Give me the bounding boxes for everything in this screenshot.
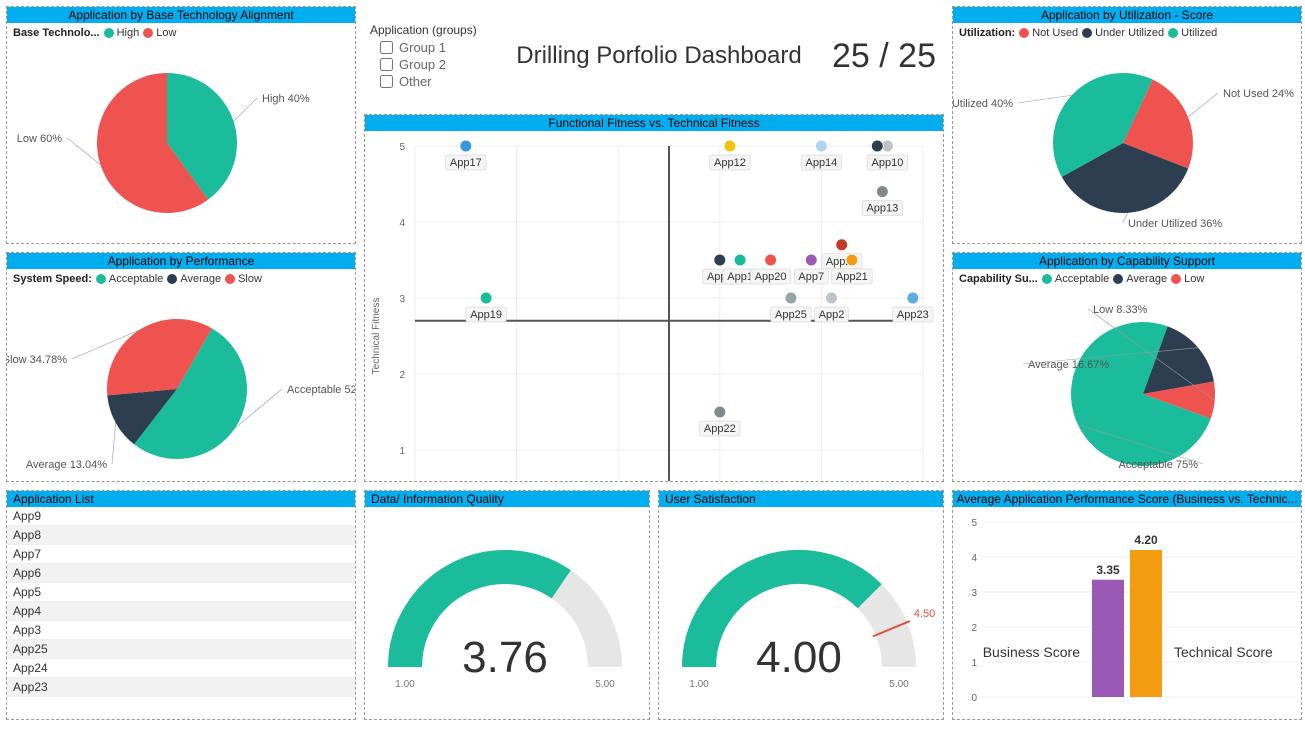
filter-option-other[interactable]: Other xyxy=(370,73,488,90)
panel-title: Application by Base Technology Alignment xyxy=(7,7,355,23)
svg-text:5: 5 xyxy=(971,518,977,529)
panel-utilization: Application by Utilization - Score Utili… xyxy=(952,6,1302,244)
svg-text:3: 3 xyxy=(399,294,405,305)
svg-text:App13: App13 xyxy=(866,203,898,215)
app-list-body[interactable]: App9App8App7App6App5App4App3App25App24Ap… xyxy=(7,507,355,707)
svg-text:4: 4 xyxy=(399,218,405,229)
panel-title: Application by Capability Support xyxy=(953,253,1301,269)
pie-chart[interactable]: Acceptable 52.17% Average 13.04% Slow 34.7… xyxy=(7,289,355,474)
gauge-chart[interactable]: 3.76 1.00 5.00 xyxy=(365,507,645,707)
svg-text:App23: App23 xyxy=(897,309,929,321)
svg-text:Acceptable 75%: Acceptable 75% xyxy=(1119,459,1199,471)
panel-title: Application by Utilization - Score xyxy=(953,7,1301,23)
svg-text:Low 8.33%: Low 8.33% xyxy=(1093,304,1148,316)
svg-text:Average 13.04%: Average 13.04% xyxy=(26,459,107,471)
panel-title: Functional Fitness vs. Technical Fitness xyxy=(365,115,943,131)
legend: System Speed: Acceptable Average Slow xyxy=(7,269,355,289)
svg-text:5.00: 5.00 xyxy=(889,679,909,690)
svg-text:1.00: 1.00 xyxy=(395,679,415,690)
svg-text:App21: App21 xyxy=(836,271,868,283)
pie-chart[interactable]: Not Used 24% Under Utilized 36% Utilized 4… xyxy=(953,43,1301,228)
svg-text:Slow 34.78%: Slow 34.78% xyxy=(7,354,67,366)
legend: Utilization: Not Used Under Utilized Uti… xyxy=(953,23,1301,43)
panel-capability: Application by Capability Support Capabi… xyxy=(952,252,1302,482)
svg-text:Under Utilized 36%: Under Utilized 36% xyxy=(1128,218,1222,228)
gauge-chart[interactable]: 4.50 4.00 1.00 5.00 xyxy=(659,507,939,707)
svg-text:1: 1 xyxy=(971,658,977,669)
svg-text:App12: App12 xyxy=(714,157,746,169)
dashboard-title: Drilling Porfolio Dashboard xyxy=(514,42,804,70)
svg-text:Technical Score: Technical Score xyxy=(1174,644,1273,660)
panel-app-list: Application List App9App8App7App6App5App… xyxy=(6,490,356,720)
svg-text:App19: App19 xyxy=(470,309,502,321)
svg-text:App22: App22 xyxy=(704,423,736,435)
svg-text:2: 2 xyxy=(971,623,977,634)
list-item[interactable]: App9 xyxy=(7,507,355,526)
svg-text:3.35: 3.35 xyxy=(1096,563,1120,577)
panel-scatter: Functional Fitness vs. Technical Fitness… xyxy=(364,114,944,482)
svg-text:Technical Fitness: Technical Fitness xyxy=(371,298,382,375)
bar-chart[interactable]: 0 1 2 3 4 5 3.35 Business Score 4.20 Technical Sc… xyxy=(953,507,1301,712)
svg-text:App7: App7 xyxy=(798,271,824,283)
svg-text:Not Used 24%: Not Used 24% xyxy=(1223,88,1294,100)
svg-text:3.76: 3.76 xyxy=(462,633,548,682)
list-item[interactable]: App3 xyxy=(7,621,355,640)
panel-title: Application by Performance xyxy=(7,253,355,269)
svg-text:High 40%: High 40% xyxy=(262,93,310,105)
app-count: 25 / 25 xyxy=(824,37,944,76)
svg-text:App2: App2 xyxy=(819,309,845,321)
list-item[interactable]: App25 xyxy=(7,640,355,659)
list-item[interactable]: App24 xyxy=(7,659,355,678)
list-item[interactable]: App23 xyxy=(7,678,355,697)
svg-text:Utilized 40%: Utilized 40% xyxy=(953,98,1013,110)
header-area: Application (groups) Group 1 Group 2 Oth… xyxy=(364,6,944,106)
panel-user-satisfaction: User Satisfaction 4.50 4.00 1.00 5.00 xyxy=(658,490,944,720)
svg-text:App14: App14 xyxy=(805,157,837,169)
pie-chart[interactable]: Acceptable 75% Average 16.67% Low 8.33% xyxy=(953,289,1301,474)
svg-text:1.00: 1.00 xyxy=(689,679,709,690)
list-item[interactable]: App4 xyxy=(7,602,355,621)
list-item[interactable]: App7 xyxy=(7,545,355,564)
svg-text:2: 2 xyxy=(399,370,405,381)
panel-title: Average Application Performance Score (B… xyxy=(953,491,1301,507)
svg-text:4.00: 4.00 xyxy=(756,633,842,682)
svg-text:App17: App17 xyxy=(450,157,482,169)
svg-text:3: 3 xyxy=(971,588,977,599)
filter-option-group2[interactable]: Group 2 xyxy=(370,56,488,73)
panel-title: Application List xyxy=(7,491,355,507)
svg-text:1: 1 xyxy=(399,446,405,457)
svg-text:5: 5 xyxy=(399,142,405,153)
legend: Base Technolo... High Low xyxy=(7,23,355,43)
panel-title: User Satisfaction xyxy=(659,491,943,507)
filter-option-group1[interactable]: Group 1 xyxy=(370,39,488,56)
filter-groups: Application (groups) Group 1 Group 2 Oth… xyxy=(364,19,494,94)
svg-text:Low 60%: Low 60% xyxy=(17,133,62,145)
svg-text:App10: App10 xyxy=(872,157,904,169)
legend: Capability Su... Acceptable Average Low xyxy=(953,269,1301,289)
scatter-chart[interactable]: 001122334455Functional FitnessTechnical … xyxy=(365,131,943,482)
pie-chart[interactable]: High 40% Low 60% xyxy=(7,43,355,228)
panel-data-quality: Data/ Information Quality 3.76 1.00 5.00 xyxy=(364,490,650,720)
svg-text:0: 0 xyxy=(971,693,977,704)
svg-text:App25: App25 xyxy=(775,309,807,321)
list-item[interactable]: App5 xyxy=(7,583,355,602)
svg-text:4.20: 4.20 xyxy=(1134,533,1158,547)
svg-text:4.50: 4.50 xyxy=(914,608,935,620)
panel-tech-alignment: Application by Base Technology Alignment… xyxy=(6,6,356,244)
svg-text:Acceptable 52.17%: Acceptable 52.17% xyxy=(287,384,355,396)
panel-avg-score: Average Application Performance Score (B… xyxy=(952,490,1302,720)
svg-text:5.00: 5.00 xyxy=(595,679,615,690)
panel-performance: Application by Performance System Speed:… xyxy=(6,252,356,482)
panel-title: Data/ Information Quality xyxy=(365,491,649,507)
svg-text:App20: App20 xyxy=(755,271,787,283)
svg-text:4: 4 xyxy=(971,553,977,564)
list-item[interactable]: App6 xyxy=(7,564,355,583)
svg-text:Average 16.67%: Average 16.67% xyxy=(1028,359,1109,371)
svg-text:App1: App1 xyxy=(727,271,753,283)
svg-text:Business Score: Business Score xyxy=(983,644,1080,660)
list-item[interactable]: App8 xyxy=(7,526,355,545)
